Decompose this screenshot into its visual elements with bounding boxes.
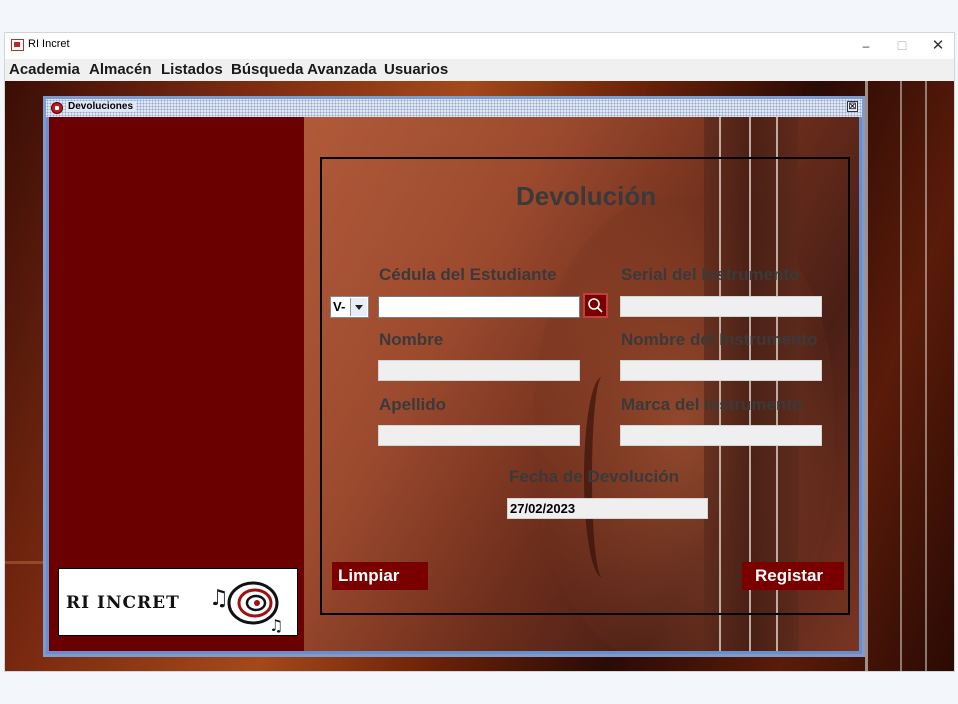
page-title: Devolución [516, 181, 657, 211]
logo-swirl-icon: ♫ ♫ [209, 581, 283, 635]
nombre-instrumento-label: Nombre del Instrumento [621, 330, 818, 349]
frame-title-bar[interactable]: Devoluciones ⊠ [46, 99, 862, 117]
minimize-button[interactable]: – [848, 33, 884, 59]
cedula-label: Cédula del Estudiante [379, 265, 557, 284]
marca-label: Marca del Instrumento [621, 395, 803, 414]
serial-label: Serial del Instrumento [621, 265, 800, 284]
cedula-input[interactable] [378, 296, 580, 318]
form-panel: Devolución Cédula del Estudiante V- Nomb… [304, 117, 859, 651]
nombre-label: Nombre [379, 330, 444, 349]
search-button[interactable] [583, 293, 608, 318]
logo-text: RI INCRET [66, 593, 180, 613]
submit-button[interactable]: Registar [742, 562, 844, 590]
window-title: RI Incret [28, 38, 70, 50]
svg-text:♫: ♫ [209, 586, 229, 611]
menu-almacen[interactable]: Almacén [89, 61, 152, 78]
menu-usuarios[interactable]: Usuarios [384, 61, 448, 78]
menu-listados[interactable]: Listados [161, 61, 223, 78]
clear-button[interactable]: Limpiar [332, 562, 428, 590]
chevron-down-icon[interactable] [350, 298, 367, 316]
logo: RI INCRET ♫ ♫ [58, 568, 298, 636]
menu-busqueda-avanzada[interactable]: Búsqueda Avanzada [231, 61, 377, 78]
svg-text:♫: ♫ [269, 616, 283, 635]
apellido-label: Apellido [379, 395, 447, 414]
devoluciones-frame: Devoluciones ⊠ RI INCRET ♫ ♫ Devolución … [43, 96, 865, 657]
search-icon [588, 298, 603, 313]
serial-input[interactable] [620, 296, 822, 317]
frame-close-button[interactable]: ⊠ [847, 101, 858, 112]
marca-input[interactable] [620, 425, 822, 446]
nombre-instrumento-input[interactable] [620, 360, 822, 381]
apellido-input[interactable] [378, 425, 580, 446]
frame-icon [51, 102, 63, 114]
app-icon [11, 39, 24, 51]
sidebar-panel: RI INCRET ♫ ♫ [49, 117, 304, 651]
menu-bar: Academia Almacén Listados Búsqueda Avanz… [5, 59, 954, 81]
menu-academia[interactable]: Academia [9, 61, 80, 78]
maximize-button[interactable]: ☐ [884, 33, 920, 59]
fecha-input[interactable]: 27/02/2023 [507, 498, 708, 519]
form-box: Devolución Cédula del Estudiante V- Nomb… [320, 157, 850, 615]
frame-title: Devoluciones [66, 101, 137, 112]
id-prefix-value: V- [333, 299, 346, 314]
frame-content: RI INCRET ♫ ♫ Devolución Cédula del Estu… [49, 117, 859, 651]
id-prefix-select[interactable]: V- [330, 296, 369, 318]
fecha-label: Fecha de Devolución [509, 467, 680, 486]
title-bar[interactable]: RI Incret – ☐ ✕ [5, 33, 954, 59]
close-button[interactable]: ✕ [920, 33, 956, 59]
nombre-input[interactable] [378, 360, 580, 381]
